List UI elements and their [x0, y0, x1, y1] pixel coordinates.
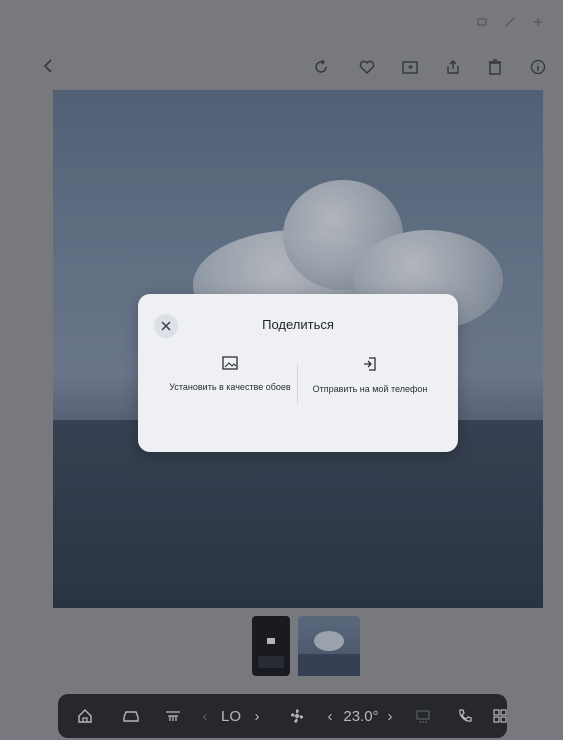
set-wallpaper-label: Установить в качестве обоев: [169, 382, 291, 392]
gallery-screen: ‹ LO › ‹ 23.0° › Поделиться Установить в…: [0, 0, 563, 740]
send-to-phone-option[interactable]: Отправить на мой телефон: [300, 356, 440, 396]
send-to-phone-label: Отправить на мой телефон: [312, 384, 428, 394]
share-dialog: Поделиться Установить в качестве обоев О…: [138, 294, 458, 452]
send-to-phone-icon: [364, 357, 376, 371]
wallpaper-icon: [222, 356, 238, 370]
dialog-title: Поделиться: [262, 317, 334, 332]
option-divider: [297, 364, 298, 404]
set-wallpaper-option[interactable]: Установить в качестве обоев: [160, 356, 300, 394]
